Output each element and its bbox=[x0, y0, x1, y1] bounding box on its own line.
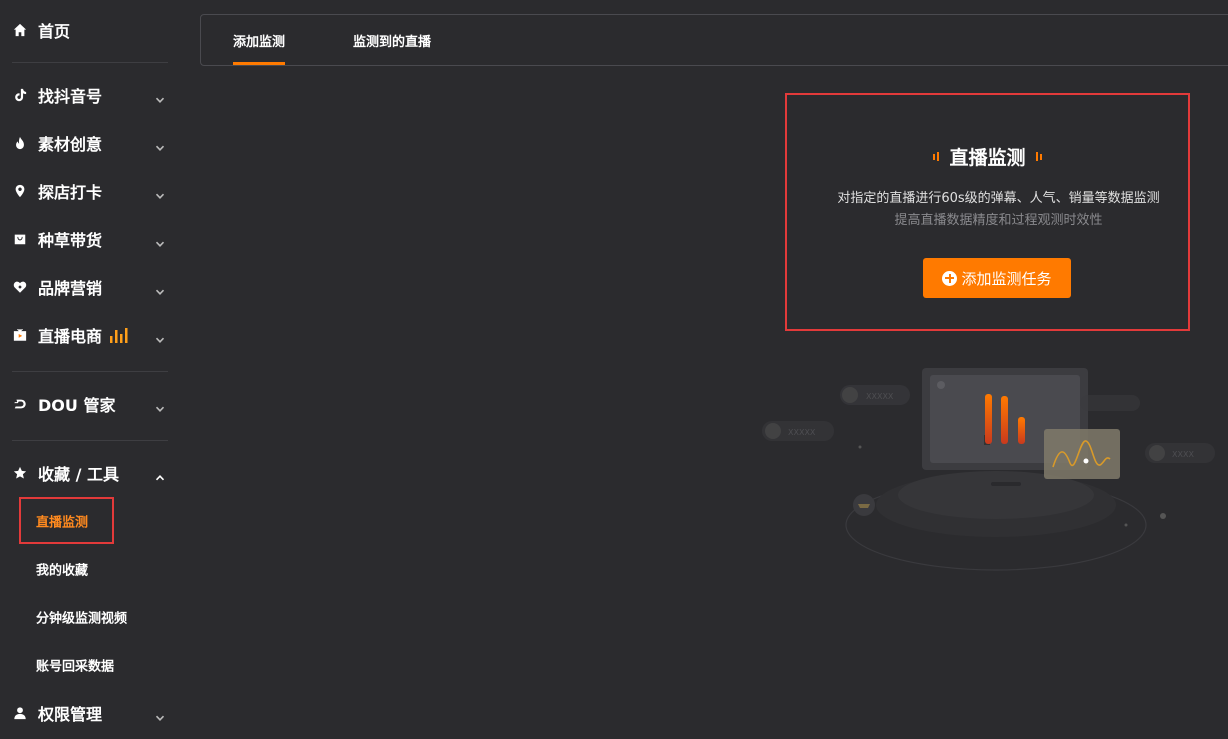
sidebar-item-materials[interactable]: 素材创意 bbox=[0, 123, 180, 163]
tab-label: 添加监测 bbox=[233, 34, 286, 50]
sidebar-subitem-my-favorites[interactable]: 我的收藏 bbox=[0, 549, 180, 589]
sidebar-item-dou-manager[interactable]: DOU 管家 bbox=[0, 384, 180, 424]
placeholder-text: XXXXX bbox=[788, 428, 816, 437]
chevron-down-icon bbox=[155, 399, 165, 412]
divider bbox=[12, 371, 168, 372]
sidebar-item-label: 直播电商 bbox=[38, 327, 103, 346]
sidebar-subitem-minute-video[interactable]: 分钟级监测视频 bbox=[0, 597, 180, 637]
sidebar-item-home[interactable]: 首页 bbox=[0, 10, 180, 50]
sidebar-item-label: 找抖音号 bbox=[38, 87, 103, 106]
sidebar-item-label: 探店打卡 bbox=[38, 183, 103, 202]
sidebar-item-live-ecommerce[interactable]: 直播电商 bbox=[0, 315, 180, 355]
button-label: 添加监测任务 bbox=[961, 269, 1052, 288]
sidebar-subitem-label: 分钟级监测视频 bbox=[36, 611, 128, 627]
chevron-down-icon bbox=[155, 708, 165, 721]
chevron-down-icon bbox=[155, 282, 165, 295]
illustration-bar bbox=[1018, 417, 1025, 444]
tab-monitored-lives[interactable]: 监测到的直播 bbox=[353, 15, 431, 65]
sidebar-item-label: 品牌营销 bbox=[38, 279, 103, 298]
live-tv-icon bbox=[12, 327, 28, 343]
chevron-down-icon bbox=[155, 330, 165, 343]
chevron-down-icon bbox=[155, 90, 165, 103]
sidebar-subitem-label: 账号回采数据 bbox=[36, 659, 115, 675]
sidebar-item-brand-marketing[interactable]: 品牌营销 bbox=[0, 267, 180, 307]
sidebar-item-store-visit[interactable]: 探店打卡 bbox=[0, 171, 180, 211]
live-monitor-panel: 直播监测 对指定的直播进行60s级的弹幕、人气、销量等数据监测 提高直播数据精度… bbox=[785, 93, 1190, 331]
sidebar-item-label: DOU 管家 bbox=[38, 396, 116, 415]
sidebar-item-find-douyin[interactable]: 找抖音号 bbox=[0, 75, 180, 115]
tab-add-monitor[interactable]: 添加监测 bbox=[233, 15, 286, 65]
title-deco-right-icon bbox=[1035, 152, 1042, 161]
chevron-down-icon bbox=[155, 186, 165, 199]
plus-circle-icon bbox=[942, 270, 958, 286]
sidebar-subitem-account-data[interactable]: 账号回采数据 bbox=[0, 645, 180, 685]
divider bbox=[12, 440, 168, 441]
monitor-illustration: XXXXX XXXXX XXXX bbox=[762, 368, 1215, 571]
placeholder-text: XXXXX bbox=[866, 392, 894, 401]
sidebar-item-favorites-tools[interactable]: 收藏 / 工具 bbox=[0, 453, 180, 493]
star-icon bbox=[12, 465, 28, 481]
title-deco-left-icon bbox=[933, 152, 940, 161]
chevron-down-icon bbox=[155, 234, 165, 247]
sidebar-item-label: 首页 bbox=[38, 22, 71, 41]
location-pin-icon bbox=[12, 183, 28, 199]
illustration-bar bbox=[985, 394, 992, 444]
panel-title: 直播监测 bbox=[949, 147, 1026, 169]
tab-bar: 添加监测 监测到的直播 bbox=[200, 14, 1228, 66]
dou-logo-icon bbox=[12, 396, 28, 412]
sidebar-item-label: 权限管理 bbox=[38, 705, 103, 724]
flame-icon bbox=[12, 135, 28, 151]
heart-icon bbox=[12, 279, 28, 295]
divider bbox=[12, 62, 168, 63]
panel-subdescription: 提高直播数据精度和过程观测时效性 bbox=[894, 213, 1103, 228]
bag-icon bbox=[12, 231, 28, 247]
panel-description: 对指定的直播进行60s级的弹幕、人气、销量等数据监测 bbox=[837, 191, 1160, 206]
sidebar-item-label: 种草带货 bbox=[38, 231, 103, 250]
sidebar-item-seeding[interactable]: 种草带货 bbox=[0, 219, 180, 259]
placeholder-text: XXXX bbox=[1172, 450, 1194, 459]
chevron-down-icon bbox=[155, 138, 165, 151]
sidebar-subitem-label: 我的收藏 bbox=[36, 563, 89, 579]
tiktok-icon bbox=[12, 87, 28, 103]
sidebar-item-label: 收藏 / 工具 bbox=[38, 465, 119, 484]
panel-header: 直播监测 bbox=[787, 143, 1188, 170]
live-bars-icon bbox=[110, 327, 128, 343]
add-monitor-task-button[interactable]: 添加监测任务 bbox=[923, 258, 1071, 298]
tab-label: 监测到的直播 bbox=[353, 34, 432, 50]
home-icon bbox=[12, 22, 28, 38]
user-icon bbox=[12, 705, 28, 721]
sidebar-item-label: 素材创意 bbox=[38, 135, 103, 154]
illustration-bar bbox=[1001, 396, 1008, 444]
sidebar: 首页 找抖音号 素材创意 探店打卡 种草带货 品牌营销 直播电商 DOU 管家 … bbox=[0, 0, 180, 739]
active-highlight-box bbox=[19, 497, 114, 544]
chevron-up-icon bbox=[155, 468, 165, 481]
sidebar-item-permissions[interactable]: 权限管理 bbox=[0, 693, 180, 733]
